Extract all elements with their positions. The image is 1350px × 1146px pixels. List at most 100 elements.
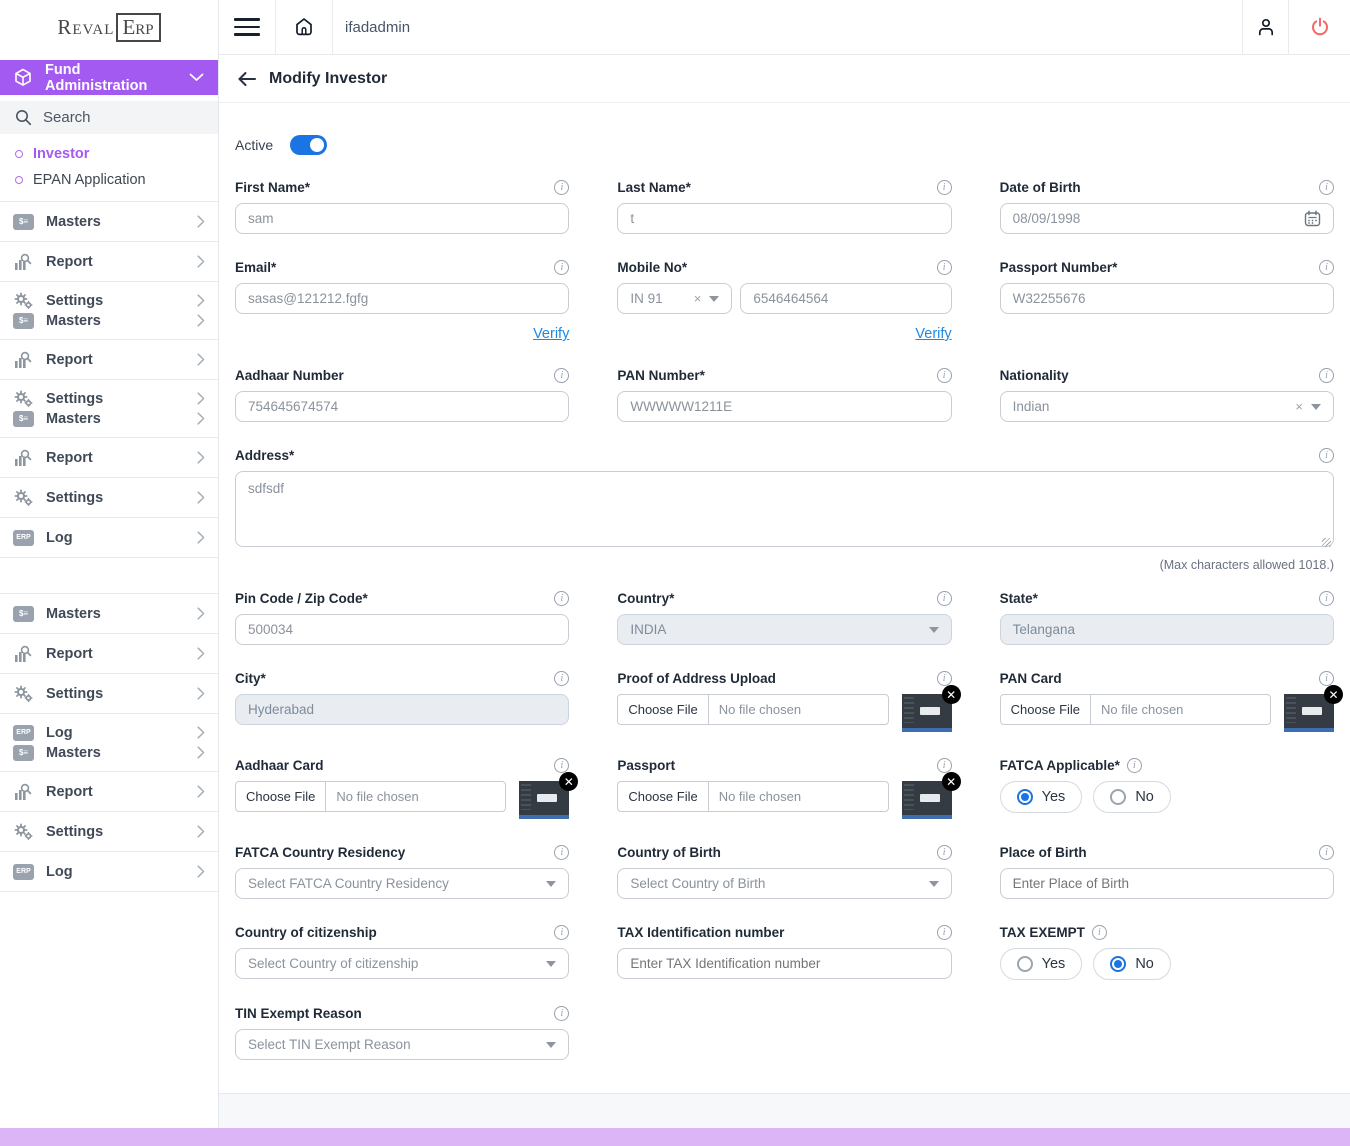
info-icon[interactable]: i — [1319, 260, 1334, 275]
sidebar-item-settings-masters[interactable]: Settings$≡Masters — [0, 380, 218, 438]
tax-exempt-yes-radio[interactable]: Yes — [1000, 948, 1083, 980]
fatca-no-radio[interactable]: No — [1093, 781, 1171, 813]
clear-icon[interactable]: × — [1295, 400, 1303, 413]
active-toggle[interactable] — [290, 135, 327, 155]
sidebar-item-masters[interactable]: $≡Masters — [0, 594, 218, 634]
aadhaar-number-input[interactable] — [235, 391, 569, 422]
passport-thumbnail[interactable]: ✕ — [902, 781, 952, 819]
clear-icon[interactable]: × — [694, 292, 702, 305]
info-icon[interactable]: i — [937, 758, 952, 773]
info-icon[interactable]: i — [937, 368, 952, 383]
sidebar-search[interactable]: Search — [0, 101, 218, 134]
sidebar-item-report[interactable]: Report — [0, 340, 218, 380]
pan-card-thumbnail[interactable]: ✕ — [1284, 694, 1334, 732]
country-label: Country* — [617, 591, 674, 606]
sidebar-item-report[interactable]: Report — [0, 242, 218, 282]
pan-card-file-input[interactable]: Choose File No file chosen — [1000, 694, 1271, 725]
info-icon[interactable]: i — [554, 180, 569, 195]
passport-file-input[interactable]: Choose File No file chosen — [617, 781, 888, 812]
city-field: City*i — [235, 670, 569, 732]
sidebar-item-label: Settings — [46, 824, 197, 840]
proof-of-address-file-input[interactable]: Choose File No file chosen — [617, 694, 888, 725]
country-of-birth-select[interactable]: Select Country of Birth — [617, 868, 951, 899]
pincode-label: Pin Code / Zip Code* — [235, 591, 368, 606]
info-icon[interactable]: i — [554, 925, 569, 940]
profile-button[interactable] — [1242, 0, 1288, 55]
aadhaar-card-file-input[interactable]: Choose File No file chosen — [235, 781, 506, 812]
info-icon[interactable]: i — [1319, 368, 1334, 383]
info-icon[interactable]: i — [554, 260, 569, 275]
address-label: Address* — [235, 448, 294, 463]
info-icon[interactable]: i — [1319, 180, 1334, 195]
info-icon[interactable]: i — [1092, 925, 1107, 940]
remove-file-icon[interactable]: ✕ — [1324, 685, 1343, 704]
horizontal-scrollbar[interactable] — [0, 1128, 1350, 1146]
place-of-birth-input[interactable] — [1000, 868, 1334, 899]
settings-icon — [13, 292, 34, 310]
nationality-select[interactable]: Indian × — [1000, 391, 1334, 422]
back-button[interactable] — [237, 71, 257, 87]
address-textarea[interactable]: sdfsdf — [235, 471, 1334, 547]
sidebar-item-log[interactable]: ERPLog — [0, 518, 218, 558]
mobile-verify-link[interactable]: Verify — [915, 326, 951, 342]
info-icon[interactable]: i — [1127, 758, 1142, 773]
info-icon[interactable]: i — [1319, 448, 1334, 463]
sidebar-item-settings[interactable]: Settings — [0, 812, 218, 852]
sidebar-item-masters[interactable]: $≡Masters — [0, 202, 218, 242]
info-icon[interactable]: i — [937, 845, 952, 860]
sidebar-item-investor[interactable]: Investor — [0, 141, 218, 167]
fatca-yes-radio[interactable]: Yes — [1000, 781, 1083, 813]
citizenship-select[interactable]: Select Country of citizenship — [235, 948, 569, 979]
info-icon[interactable]: i — [1319, 845, 1334, 860]
info-icon[interactable]: i — [1319, 671, 1334, 686]
logout-button[interactable] — [1288, 0, 1350, 55]
sidebar-item-report[interactable]: Report — [0, 772, 218, 812]
email-input[interactable] — [235, 283, 569, 314]
proof-of-address-thumbnail[interactable]: ✕ — [902, 694, 952, 732]
resize-handle[interactable] — [1322, 538, 1331, 547]
remove-file-icon[interactable]: ✕ — [942, 772, 961, 791]
mobile-input[interactable] — [740, 283, 951, 314]
tax-exempt-no-radio[interactable]: No — [1093, 948, 1171, 980]
info-icon[interactable]: i — [937, 591, 952, 606]
sidebar-item-log-masters[interactable]: ERPLog$≡Masters — [0, 714, 218, 772]
passport-number-input[interactable] — [1000, 283, 1334, 314]
settings-icon — [13, 390, 34, 408]
info-icon[interactable]: i — [554, 845, 569, 860]
date-of-birth-input[interactable]: 08/09/1998 — [1000, 203, 1334, 234]
info-icon[interactable]: i — [937, 180, 952, 195]
sidebar-item-epan-application[interactable]: EPAN Application — [0, 167, 218, 193]
pincode-input[interactable] — [235, 614, 569, 645]
info-icon[interactable]: i — [937, 671, 952, 686]
email-verify-link[interactable]: Verify — [533, 326, 569, 342]
tin-exempt-reason-select[interactable]: Select TIN Exempt Reason — [235, 1029, 569, 1060]
fatca-country-select[interactable]: Select FATCA Country Residency — [235, 868, 569, 899]
chevron-right-icon — [197, 353, 205, 366]
info-icon[interactable]: i — [1319, 591, 1334, 606]
sidebar-item-settings[interactable]: Settings — [0, 478, 218, 518]
aadhaar-card-thumbnail[interactable]: ✕ — [519, 781, 569, 819]
info-icon[interactable]: i — [554, 671, 569, 686]
info-icon[interactable]: i — [554, 591, 569, 606]
remove-file-icon[interactable]: ✕ — [559, 772, 578, 791]
first-name-input[interactable] — [235, 203, 569, 234]
sidebar-item-log[interactable]: ERPLog — [0, 852, 218, 892]
info-icon[interactable]: i — [554, 368, 569, 383]
sidebar-item-report[interactable]: Report — [0, 438, 218, 478]
module-selector[interactable]: Fund Administration — [0, 60, 218, 95]
last-name-input[interactable] — [617, 203, 951, 234]
remove-file-icon[interactable]: ✕ — [942, 685, 961, 704]
tin-input[interactable] — [617, 948, 951, 979]
info-icon[interactable]: i — [554, 1006, 569, 1021]
pan-number-input[interactable] — [617, 391, 951, 422]
sidebar-item-settings-masters[interactable]: Settings$≡Masters — [0, 282, 218, 340]
sidebar-item-settings[interactable]: Settings — [0, 674, 218, 714]
home-button[interactable] — [276, 0, 333, 55]
sidebar-item-report[interactable]: Report — [0, 634, 218, 674]
info-icon[interactable]: i — [554, 758, 569, 773]
country-code-select[interactable]: IN 91 × — [617, 283, 732, 314]
calendar-icon[interactable] — [1304, 210, 1321, 227]
info-icon[interactable]: i — [937, 925, 952, 940]
menu-toggle-button[interactable] — [219, 0, 276, 55]
info-icon[interactable]: i — [937, 260, 952, 275]
